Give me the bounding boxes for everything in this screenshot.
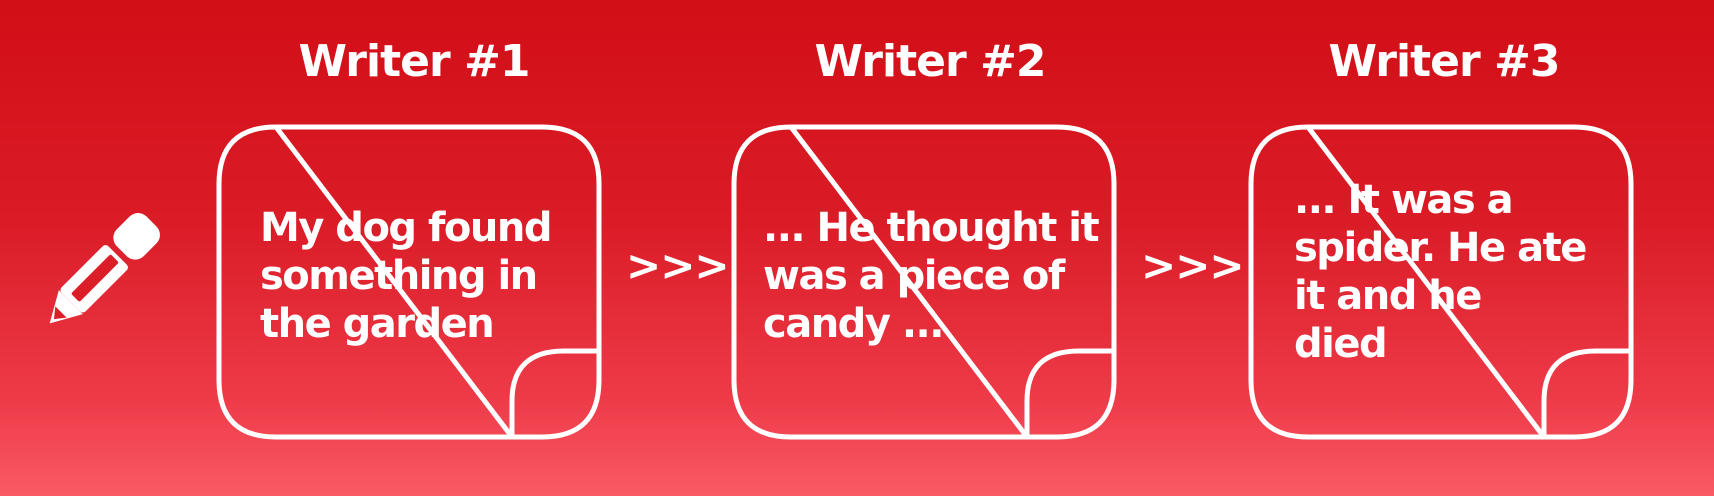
note-line: My dog found (260, 205, 552, 251)
note-line: something in (260, 253, 538, 299)
note-text: ... He thought it was a piece of candy .… (763, 204, 1100, 348)
arrow-1: >>> (626, 241, 730, 290)
note-line: spider. He ate (1294, 225, 1587, 271)
note-text: ... It was a spider. He ate it and he di… (1294, 176, 1587, 368)
note-line: was a piece of (763, 253, 1065, 299)
note-line: the garden (260, 301, 495, 347)
sticky-note-3: ... It was a spider. He ate it and he di… (1248, 124, 1634, 440)
note-line: ... It was a (1294, 177, 1514, 223)
writer-title-1: Writer #1 (298, 36, 531, 87)
arrow-2: >>> (1141, 241, 1245, 290)
note-line: candy ... (763, 301, 944, 347)
sticky-note-2: ... He thought it was a piece of candy .… (731, 124, 1117, 440)
note-line: it and he (1294, 273, 1482, 319)
note-line: ... He thought it (763, 205, 1100, 251)
note-line: died (1294, 321, 1388, 367)
note-text: My dog found something in the garden (260, 204, 552, 348)
writer-title-3: Writer #3 (1328, 36, 1561, 87)
writer-title-2: Writer #2 (814, 36, 1047, 87)
pencil-icon (49, 213, 160, 324)
sticky-note-1: My dog found something in the garden (216, 124, 602, 440)
